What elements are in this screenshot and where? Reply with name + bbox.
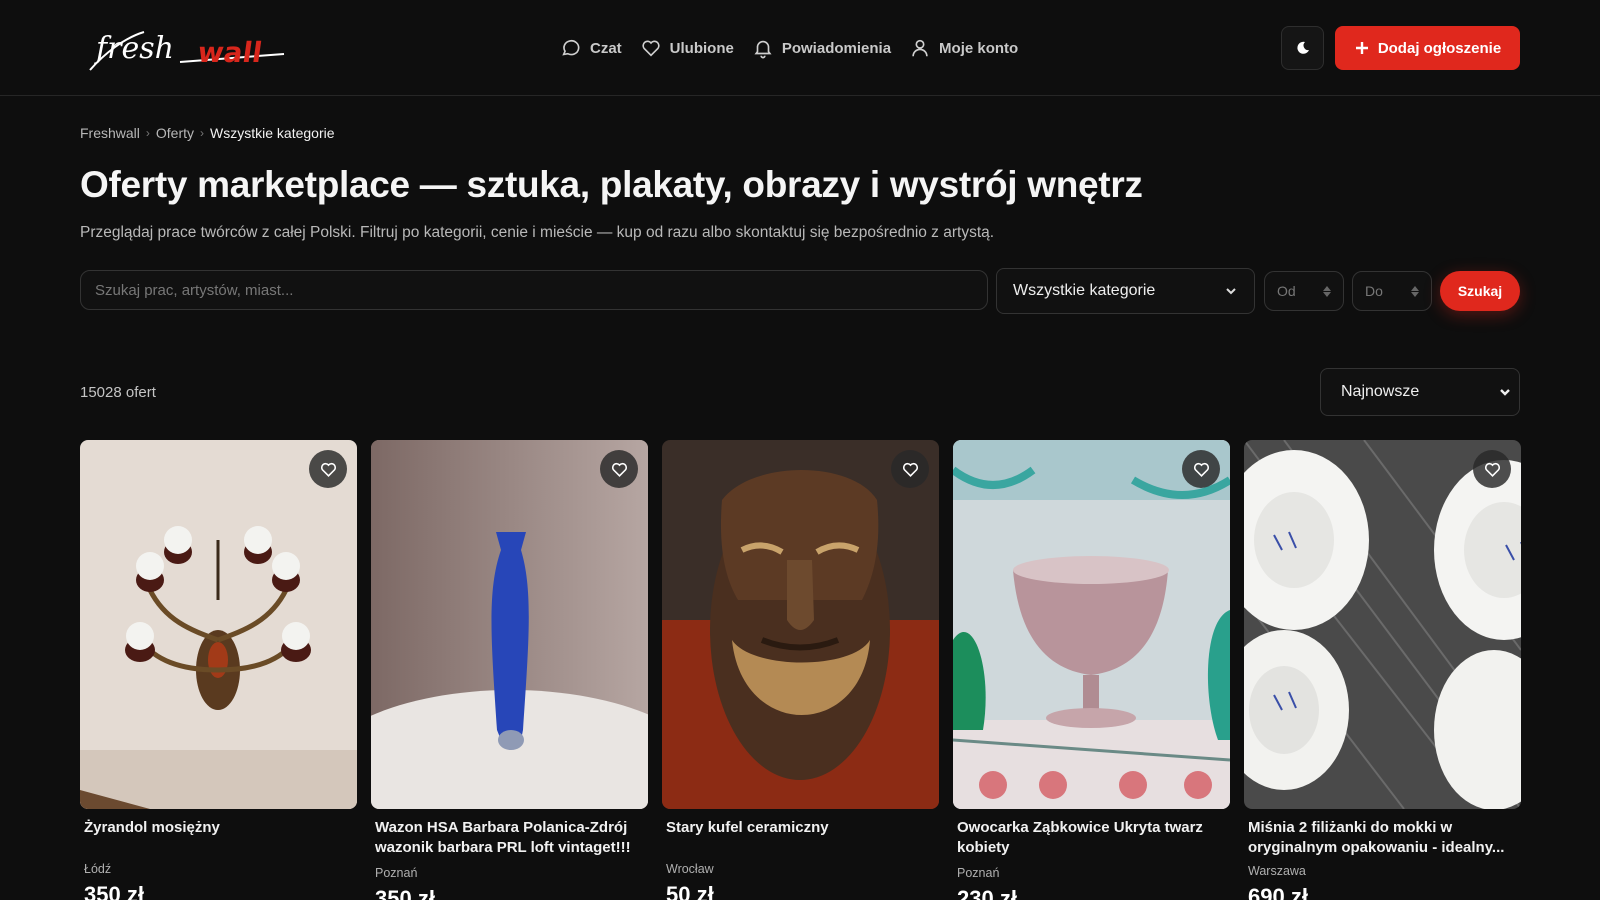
- freshwall-logo[interactable]: fresh wall: [84, 24, 290, 74]
- listing-price: 350 zł: [375, 886, 435, 900]
- listing-price: 50 zł: [666, 882, 714, 900]
- listing-title[interactable]: Wazon HSA Barbara Polanica-Zdrój wazonik…: [375, 818, 645, 858]
- nav-favorites-label: Ulubione: [669, 39, 734, 57]
- nav-chat[interactable]: Czat: [560, 37, 622, 59]
- favorite-button[interactable]: [891, 450, 929, 488]
- nav-notifications-label: Powiadomienia: [781, 39, 892, 57]
- chat-icon: [562, 39, 580, 56]
- top-navbar: fresh wall Czat Ulubione Powiadomienia M…: [0, 0, 1600, 96]
- listing-price: 230 zł: [957, 886, 1017, 900]
- page-subtitle: Przeglądaj prace twórców z całej Polski.…: [80, 224, 995, 241]
- listing-city: Poznań: [375, 866, 418, 880]
- heart-icon: [320, 462, 336, 477]
- price-from-input[interactable]: Od: [1264, 271, 1344, 311]
- sort-select[interactable]: Najnowsze: [1320, 368, 1520, 416]
- heart-icon: [902, 462, 918, 477]
- listing-image[interactable]: [371, 440, 648, 809]
- number-spinner-icon[interactable]: [1323, 285, 1331, 297]
- chevron-down-icon: [1500, 389, 1510, 396]
- favorite-button[interactable]: [1473, 450, 1511, 488]
- favorite-button[interactable]: [600, 450, 638, 488]
- add-listing-label: Dodaj ogłoszenie: [1377, 39, 1502, 57]
- chevron-down-icon: [1226, 288, 1236, 295]
- price-to-input[interactable]: Do: [1352, 271, 1432, 311]
- listing-city: Wrocław: [666, 862, 714, 876]
- nav-chat-label: Czat: [590, 39, 622, 57]
- theme-toggle-button[interactable]: [1281, 26, 1324, 70]
- search-button[interactable]: Szukaj: [1440, 271, 1520, 311]
- favorite-button[interactable]: [309, 450, 347, 488]
- breadcrumb-home[interactable]: Freshwall: [80, 125, 140, 141]
- favorite-button[interactable]: [1182, 450, 1220, 488]
- listing-image[interactable]: [80, 440, 357, 809]
- price-from-placeholder: Od: [1277, 283, 1296, 299]
- plus-icon: [1355, 42, 1368, 54]
- nav-account-label: Moje konto: [939, 39, 1019, 57]
- listing-image[interactable]: [662, 440, 939, 809]
- listing-price: 690 zł: [1248, 884, 1308, 900]
- page-title: Oferty marketplace — sztuka, plakaty, ob…: [80, 164, 1143, 205]
- breadcrumb-offers[interactable]: Oferty: [156, 125, 194, 141]
- user-icon: [912, 39, 928, 57]
- listing-price: 350 zł: [84, 882, 144, 900]
- search-input[interactable]: [80, 270, 988, 310]
- heart-icon: [611, 462, 627, 477]
- listing-title[interactable]: Stary kufel ceramiczny: [666, 818, 936, 838]
- listing-card[interactable]: Owocarka Ząbkowice Ukryta twarz kobiety …: [953, 440, 1230, 900]
- listing-city: Warszawa: [1248, 864, 1306, 878]
- nav-account[interactable]: Moje konto: [909, 37, 1018, 59]
- breadcrumb-separator: ›: [145, 126, 150, 140]
- moon-icon: [1296, 41, 1309, 54]
- nav-favorites[interactable]: Ulubione: [640, 37, 734, 59]
- heart-icon: [1484, 462, 1500, 477]
- listing-image[interactable]: [1244, 440, 1521, 809]
- results-count: 15028 ofert: [80, 384, 156, 401]
- category-select[interactable]: Wszystkie kategorie: [996, 268, 1255, 314]
- price-to-placeholder: Do: [1365, 283, 1383, 299]
- listing-title[interactable]: Miśnia 2 filiżanki do mokki w oryginalny…: [1248, 818, 1518, 858]
- nav-notifications[interactable]: Powiadomienia: [752, 37, 891, 59]
- listing-image[interactable]: [953, 440, 1230, 809]
- listing-card[interactable]: Wazon HSA Barbara Polanica-Zdrój wazonik…: [371, 440, 648, 900]
- breadcrumb: Freshwall › Oferty › Wszystkie kategorie: [80, 125, 335, 141]
- number-spinner-icon[interactable]: [1411, 285, 1419, 297]
- breadcrumb-separator: ›: [200, 126, 205, 140]
- svg-text:wall: wall: [196, 36, 265, 69]
- heart-icon: [642, 40, 660, 57]
- svg-text:fresh: fresh: [94, 31, 174, 66]
- listing-city: Łódź: [84, 862, 112, 876]
- main-nav: Czat Ulubione Powiadomienia Moje konto: [560, 34, 1036, 62]
- listing-card[interactable]: Stary kufel ceramiczny Wrocław 50 zł: [662, 440, 939, 900]
- listing-city: Poznań: [957, 866, 1000, 880]
- listing-title[interactable]: Owocarka Ząbkowice Ukryta twarz kobiety: [957, 818, 1227, 858]
- sort-select-value: Najnowsze: [1341, 383, 1420, 400]
- heart-icon: [1193, 462, 1209, 477]
- breadcrumb-current: Wszystkie kategorie: [210, 125, 335, 141]
- add-listing-button[interactable]: Dodaj ogłoszenie: [1335, 26, 1520, 70]
- listing-title[interactable]: Żyrandol mosiężny: [84, 818, 354, 838]
- listing-card[interactable]: Miśnia 2 filiżanki do mokki w oryginalny…: [1244, 440, 1521, 900]
- bell-icon: [754, 40, 772, 59]
- category-select-value: Wszystkie kategorie: [1013, 282, 1156, 299]
- listing-card[interactable]: Żyrandol mosiężny Łódź 350 zł: [80, 440, 357, 900]
